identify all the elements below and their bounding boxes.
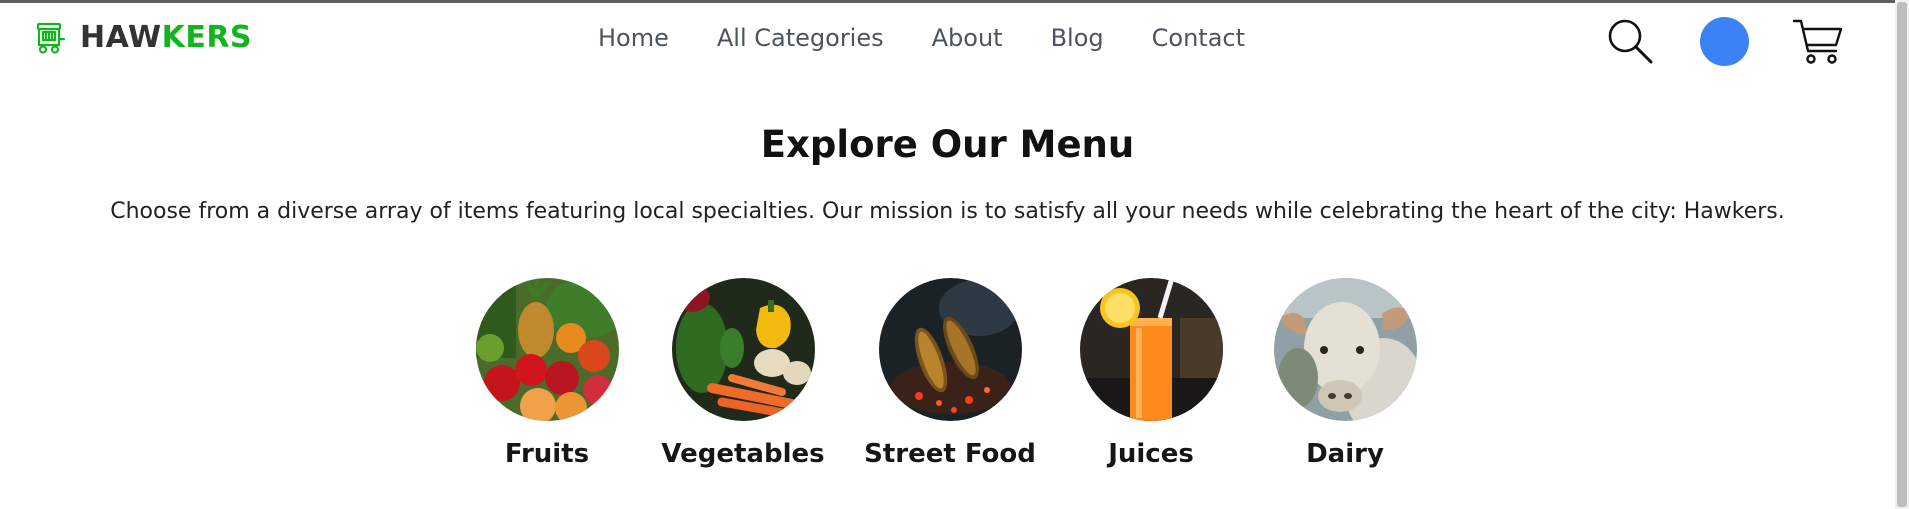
category-vegetables[interactable]: Vegetables: [638, 278, 848, 471]
category-dairy[interactable]: Dairy: [1240, 278, 1450, 471]
header-actions: [0, 13, 1895, 69]
search-button[interactable]: [1606, 17, 1654, 65]
category-label: Juices: [1108, 439, 1194, 469]
dairy-image: [1273, 278, 1417, 421]
street-food-image: [878, 278, 1022, 421]
page-title: Explore Our Menu: [760, 123, 1135, 166]
cart-icon: [1792, 19, 1844, 72]
category-street-food[interactable]: Street Food: [845, 278, 1055, 471]
search-icon: [1606, 19, 1654, 68]
category-label: Vegetables: [661, 439, 825, 469]
category-label: Dairy: [1306, 439, 1384, 469]
category-label: Fruits: [504, 439, 590, 469]
site-header: HAWKERS Home All Categories About Blog C…: [0, 3, 1895, 73]
page-scrollbar[interactable]: [1895, 0, 1909, 509]
category-label: Street Food: [864, 439, 1036, 469]
page: HAWKERS Home All Categories About Blog C…: [0, 0, 1909, 509]
page-subtitle: Choose from a diverse array of items fea…: [110, 199, 1785, 224]
user-avatar-button[interactable]: [1700, 17, 1749, 66]
category-fruits[interactable]: Fruits: [442, 278, 652, 471]
juices-image: [1079, 278, 1223, 421]
category-juices[interactable]: Juices: [1046, 278, 1256, 471]
scrollbar-thumb[interactable]: [1897, 2, 1907, 507]
vegetables-image: [671, 278, 815, 421]
fruits-image: [475, 278, 619, 421]
cart-button[interactable]: [1792, 17, 1844, 69]
